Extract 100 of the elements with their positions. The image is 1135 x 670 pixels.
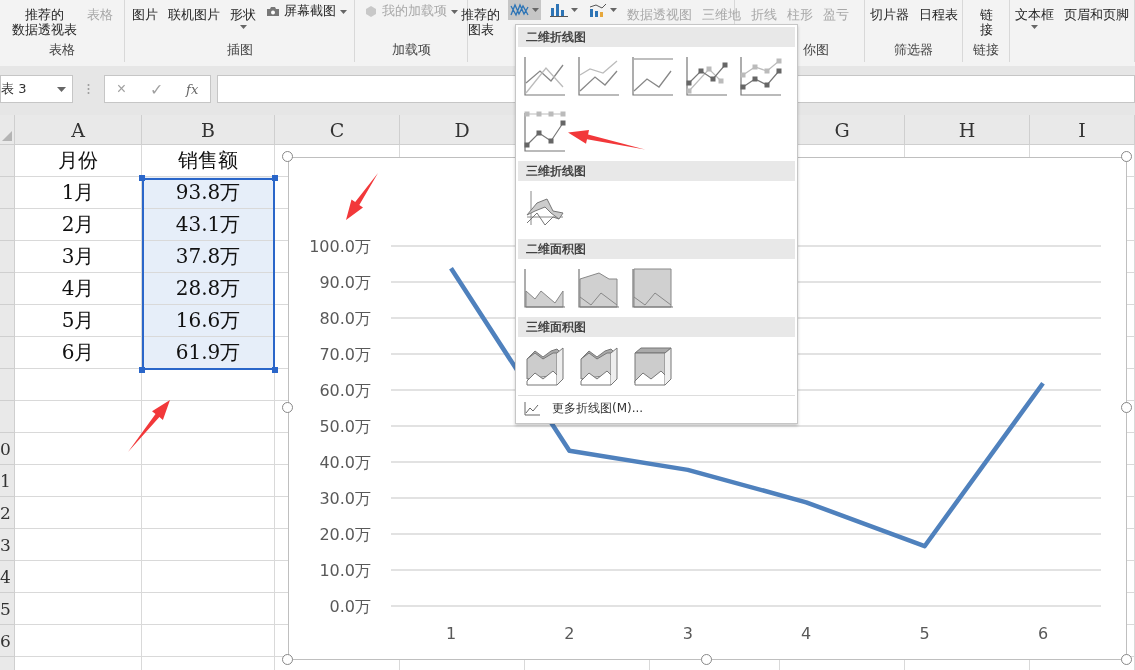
percent-line-chart-icon[interactable] — [631, 55, 675, 97]
ribbon-button[interactable]: 文本框 — [1013, 0, 1056, 29]
row-header[interactable]: 5 — [0, 593, 15, 625]
row-header[interactable]: 0 — [0, 433, 15, 465]
caret-icon — [451, 10, 458, 14]
y-axis-label: 70.0万 — [319, 345, 371, 364]
marker-line-chart-icon[interactable] — [685, 55, 729, 97]
table-cell: 2月 — [15, 209, 142, 241]
caret-icon — [340, 10, 347, 14]
y-axis-label: 100.0万 — [309, 237, 371, 256]
stacked-line-chart-icon[interactable] — [577, 55, 621, 97]
y-axis-label: 20.0万 — [319, 525, 371, 544]
ribbon-button[interactable]: 日程表 — [916, 0, 960, 22]
y-axis-label: 30.0万 — [319, 489, 371, 508]
group-label: 表格 — [48, 42, 76, 59]
column-header[interactable]: B — [142, 115, 275, 145]
column-header[interactable]: I — [1030, 115, 1135, 145]
camera-icon — [266, 4, 280, 17]
caret-icon — [1031, 25, 1038, 29]
column-header[interactable]: C — [275, 115, 400, 145]
cube-icon — [364, 4, 378, 17]
ribbon-button[interactable]: 形状 — [228, 0, 258, 29]
table-cell: 28.8万 — [142, 273, 275, 305]
x-axis-label: 3 — [682, 624, 693, 643]
menu-section-header: 二维面积图 — [518, 239, 795, 259]
row-header[interactable]: 1 — [0, 465, 15, 497]
table-cell: 5月 — [15, 305, 142, 337]
stacked-marker-line-chart-icon[interactable] — [739, 55, 783, 97]
y-axis-label: 40.0万 — [319, 453, 371, 472]
row-header[interactable]: 3 — [0, 529, 15, 561]
resize-handle[interactable] — [282, 654, 293, 665]
resize-handle[interactable] — [1121, 654, 1132, 665]
menu-section-header: 三维折线图 — [518, 161, 795, 181]
y-axis-label: 10.0万 — [319, 561, 371, 580]
name-box[interactable]: 表 3 — [0, 75, 73, 103]
x-axis-label: 1 — [445, 624, 457, 643]
row-header[interactable]: 2 — [0, 497, 15, 529]
ribbon-button[interactable]: 联机图片 — [166, 0, 222, 22]
3d-area-chart-icon[interactable] — [523, 345, 567, 387]
percent-area-chart-icon[interactable] — [631, 267, 675, 309]
group-label: 筛选器 — [893, 42, 934, 59]
fill-handle[interactable] — [272, 367, 278, 373]
table-cell: 61.9万 — [142, 337, 275, 369]
ribbon-button[interactable]: 推荐的 图表 — [459, 0, 502, 37]
y-axis-label: 80.0万 — [319, 309, 371, 328]
line-chart-icon — [524, 401, 540, 416]
resize-handle[interactable] — [282, 151, 293, 162]
column-header[interactable]: A — [15, 115, 142, 145]
bar-chart-icon — [549, 3, 569, 17]
group-label: 你图 — [802, 42, 830, 59]
resize-handle[interactable] — [282, 402, 293, 413]
3d-percent-area-chart-icon[interactable] — [631, 345, 675, 387]
percent-marker-line-chart-icon[interactable] — [523, 111, 567, 153]
column-header[interactable]: H — [905, 115, 1030, 145]
table-cell: 6月 — [15, 337, 142, 369]
combo-chart-icon — [588, 3, 608, 17]
group-label: 加载项 — [390, 42, 432, 59]
fill-handle[interactable] — [272, 175, 278, 181]
table-cell: 93.8万 — [142, 177, 275, 209]
x-axis-label: 2 — [564, 624, 575, 643]
more-line-charts-item[interactable]: 更多折线图(M)... — [520, 398, 648, 419]
table-cell: 3月 — [15, 241, 142, 273]
ribbon-button[interactable]: 推荐的 数据透视表 — [9, 0, 79, 37]
table-cell: 月份 — [15, 145, 142, 177]
caret-icon — [57, 86, 66, 92]
ribbon-button[interactable]: 屏幕截图 — [264, 0, 349, 18]
resize-handle[interactable] — [1121, 151, 1132, 162]
y-axis-label: 0.0万 — [329, 597, 371, 616]
ribbon-button[interactable]: 链 接 — [977, 0, 995, 37]
group-label: 链接 — [972, 42, 1000, 59]
x-axis-label: 5 — [919, 624, 930, 643]
table-cell: 43.1万 — [142, 209, 275, 241]
menu-section-header: 三维面积图 — [518, 317, 795, 337]
resize-handle[interactable] — [701, 654, 712, 665]
chart-type-button[interactable] — [508, 0, 541, 20]
row-header[interactable]: 4 — [0, 561, 15, 593]
menu-section-header: 二维折线图 — [518, 27, 795, 47]
x-axis-label: 6 — [1037, 624, 1049, 643]
3d-stacked-area-chart-icon[interactable] — [577, 345, 621, 387]
corner-triangle-icon[interactable] — [2, 130, 12, 142]
row-header[interactable]: 6 — [0, 625, 15, 657]
y-axis-label: 60.0万 — [319, 381, 371, 400]
caret-icon — [571, 8, 578, 12]
y-axis-label: 90.0万 — [319, 273, 371, 292]
stacked-area-chart-icon[interactable] — [577, 267, 621, 309]
ribbon-button[interactable]: 切片器 — [867, 0, 911, 22]
line-chart-icon[interactable] — [523, 55, 567, 97]
area-chart-icon[interactable] — [523, 267, 567, 309]
select-all-corner[interactable] — [0, 115, 15, 145]
caret-icon — [532, 8, 539, 12]
ribbon-button[interactable]: 页眉和页脚 — [1062, 0, 1131, 22]
resize-handle[interactable] — [1121, 402, 1132, 413]
caret-icon — [239, 25, 247, 29]
y-axis-label: 50.0万 — [319, 417, 371, 436]
fill-handle[interactable] — [139, 175, 145, 181]
insert-function-button[interactable]: fx — [182, 81, 203, 97]
ribbon-button[interactable]: 图片 — [130, 0, 160, 22]
table-cell: 16.6万 — [142, 305, 275, 337]
line-chart-icon — [510, 3, 530, 17]
fill-handle[interactable] — [139, 367, 145, 373]
